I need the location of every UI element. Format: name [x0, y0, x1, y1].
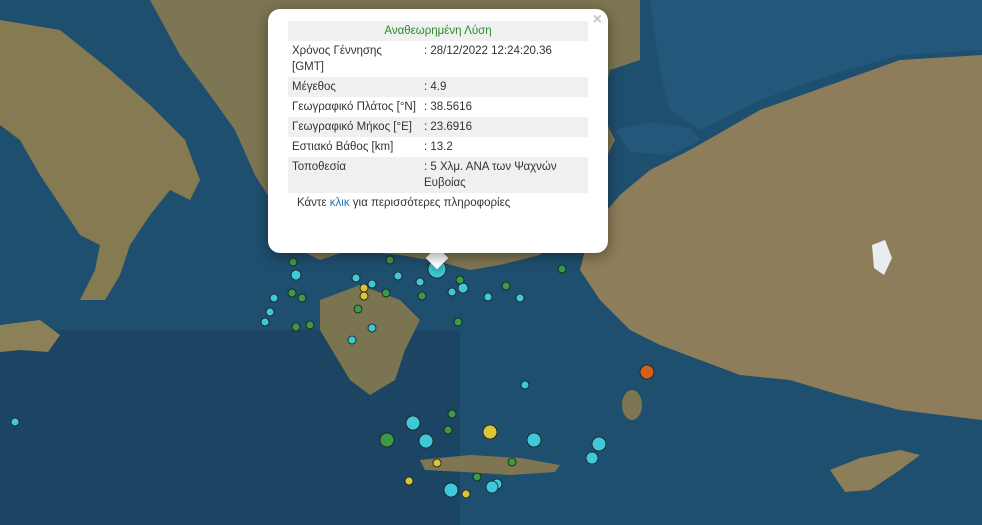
earthquake-marker[interactable] — [453, 317, 463, 327]
earthquake-marker[interactable] — [393, 271, 403, 281]
more-info-link[interactable]: κλικ — [330, 197, 350, 209]
earthquake-marker[interactable] — [447, 287, 457, 297]
earthquake-marker[interactable] — [379, 432, 395, 448]
earthquake-marker[interactable] — [418, 433, 434, 449]
earthquake-marker[interactable] — [359, 291, 369, 301]
earthquake-marker[interactable] — [287, 288, 297, 298]
earthquake-marker[interactable] — [526, 432, 542, 448]
table-row: Γεωγραφικό Μήκος [°E] : 23.6916 — [288, 117, 588, 137]
row-label-longitude: Γεωγραφικό Μήκος [°E] — [288, 117, 420, 137]
earthquake-marker[interactable] — [291, 322, 301, 332]
more-info-line: Κάντε κλικ για περισσότερες πληροφορίες — [288, 197, 588, 209]
earthquake-marker[interactable] — [457, 282, 469, 294]
earthquake-marker[interactable] — [297, 293, 307, 303]
earthquake-marker[interactable] — [501, 281, 511, 291]
land-rhodes — [622, 390, 642, 420]
row-value-depth: : 13.2 — [424, 141, 453, 153]
earthquake-info-table: Αναθεωρημένη Λύση Χρόνος Γέννησης [GMT] … — [288, 21, 588, 193]
earthquake-marker[interactable] — [269, 293, 279, 303]
earthquake-marker[interactable] — [443, 482, 459, 498]
earthquake-marker[interactable] — [482, 424, 498, 440]
earthquake-marker[interactable] — [288, 257, 298, 267]
earthquake-marker[interactable] — [485, 480, 499, 494]
close-icon[interactable]: × — [593, 11, 602, 29]
earthquake-marker[interactable] — [381, 288, 391, 298]
earthquake-marker[interactable] — [472, 472, 482, 482]
earthquake-marker[interactable] — [585, 451, 599, 465]
earthquake-marker[interactable] — [351, 273, 361, 283]
row-label-magnitude: Μέγεθος — [288, 77, 420, 97]
earthquake-marker[interactable] — [483, 292, 493, 302]
table-row: Μέγεθος : 4.9 — [288, 77, 588, 97]
earthquake-marker[interactable] — [359, 283, 369, 293]
row-value-location: : 5 Χλμ. ΑΝΑ των Ψαχνών Ευβοίας — [420, 157, 588, 193]
earthquake-marker[interactable] — [515, 293, 525, 303]
earthquake-marker[interactable] — [507, 457, 517, 467]
earthquake-marker[interactable] — [290, 269, 302, 281]
earthquake-marker[interactable] — [447, 409, 457, 419]
earthquake-marker[interactable] — [405, 415, 421, 431]
earthquake-marker[interactable] — [385, 255, 395, 265]
earthquake-marker[interactable] — [417, 291, 427, 301]
earthquake-marker[interactable] — [443, 425, 453, 435]
table-row: Γεωγραφικό Πλάτος [°N] : 38.5616 — [288, 97, 588, 117]
table-row: Τοποθεσία : 5 Χλμ. ΑΝΑ των Ψαχνών Ευβοία… — [288, 157, 588, 193]
row-label-latitude: Γεωγραφικό Πλάτος [°N] — [292, 101, 416, 113]
earthquake-marker[interactable] — [415, 277, 425, 287]
earthquake-marker[interactable] — [455, 275, 465, 285]
row-value-latitude: : 38.5616 — [424, 101, 472, 113]
earthquake-marker[interactable] — [367, 279, 377, 289]
table-row: Αναθεωρημένη Λύση — [288, 21, 588, 41]
row-value-longitude: : 23.6916 — [420, 117, 588, 137]
earthquake-marker[interactable] — [639, 364, 655, 380]
earthquake-popup: × Αναθεωρημένη Λύση Χρόνος Γέννησης [GMT… — [268, 9, 608, 253]
more-prefix: Κάντε — [297, 197, 330, 209]
earthquake-marker[interactable] — [520, 380, 530, 390]
row-label-location: Τοποθεσία — [288, 157, 420, 193]
row-label-origin-time: Χρόνος Γέννησης [GMT] — [292, 45, 382, 73]
row-label-depth: Εστιακό Βάθος [km] — [292, 141, 394, 153]
earthquake-marker[interactable] — [557, 264, 567, 274]
row-value-magnitude: : 4.9 — [420, 77, 588, 97]
earthquake-marker[interactable] — [265, 307, 275, 317]
more-suffix: για περισσότερες πληροφορίες — [349, 197, 511, 209]
earthquake-marker[interactable] — [305, 320, 315, 330]
earthquake-marker[interactable] — [432, 458, 442, 468]
earthquake-marker[interactable] — [367, 323, 377, 333]
earthquake-marker[interactable] — [10, 417, 20, 427]
earthquake-marker[interactable] — [347, 335, 357, 345]
earthquake-marker[interactable] — [591, 436, 607, 452]
earthquake-marker[interactable] — [260, 317, 270, 327]
row-value-origin-time: : 28/12/2022 12:24:20.36 — [424, 45, 552, 57]
earthquake-marker[interactable] — [461, 489, 471, 499]
table-row: Εστιακό Βάθος [km] : 13.2 — [288, 137, 588, 157]
popup-title: Αναθεωρημένη Λύση — [288, 21, 588, 41]
earthquake-marker[interactable] — [353, 304, 363, 314]
table-row: Χρόνος Γέννησης [GMT] : 28/12/2022 12:24… — [288, 41, 588, 77]
earthquake-marker[interactable] — [404, 476, 414, 486]
